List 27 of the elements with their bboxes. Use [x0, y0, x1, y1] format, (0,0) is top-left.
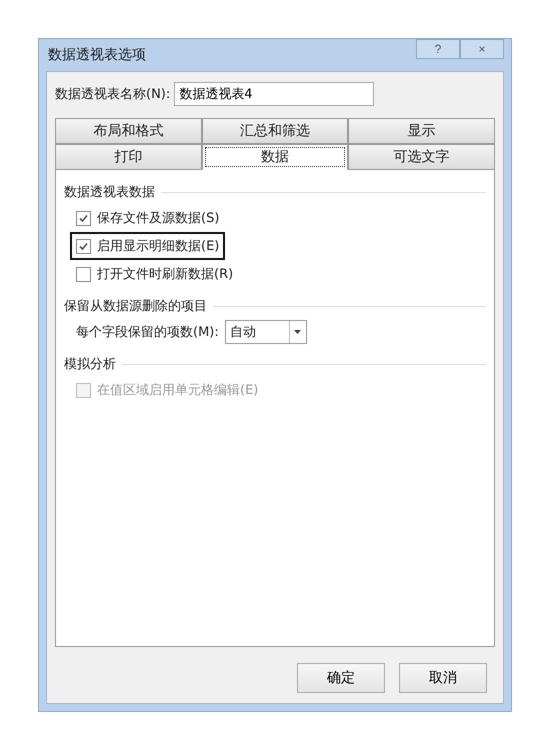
window-title: 数据透视表选项: [47, 46, 146, 64]
tab[interactable]: 布局和格式: [55, 118, 202, 144]
check-icon: [78, 212, 89, 224]
dialog-button[interactable]: 确定: [297, 663, 385, 693]
check-icon: [78, 240, 89, 252]
field-label: 数据透视表名称(N):: [55, 86, 170, 103]
help-button[interactable]: ?: [416, 39, 460, 59]
section-title: 数据透视表数据: [64, 184, 155, 201]
tab[interactable]: 数据: [202, 144, 348, 170]
tab[interactable]: 打印: [55, 144, 202, 170]
tab[interactable]: 显示: [348, 118, 496, 144]
field-label: 每个字段保留的项数(M):: [76, 324, 219, 341]
checkbox[interactable]: [76, 210, 91, 226]
dropdown[interactable]: 自动: [224, 320, 307, 344]
dialog-button[interactable]: 取消: [399, 663, 487, 693]
tab[interactable]: 可选文字: [348, 144, 496, 170]
section-title: 保留从数据源删除的项目: [64, 298, 207, 315]
section-title: 模拟分析: [64, 356, 116, 373]
checkbox[interactable]: [76, 266, 91, 282]
checkbox-label[interactable]: 保存文件及源数据(S): [97, 209, 220, 227]
checkbox-label[interactable]: 启用显示明细数据(E): [97, 237, 220, 255]
name-field[interactable]: 数据透视表4: [174, 82, 374, 106]
close-button[interactable]: ×: [460, 39, 504, 59]
checkbox-label[interactable]: 打开文件时刷新数据(R): [97, 265, 234, 283]
checkbox[interactable]: [76, 238, 91, 254]
caret-icon: [294, 330, 302, 334]
tab[interactable]: 汇总和筛选: [202, 118, 348, 144]
